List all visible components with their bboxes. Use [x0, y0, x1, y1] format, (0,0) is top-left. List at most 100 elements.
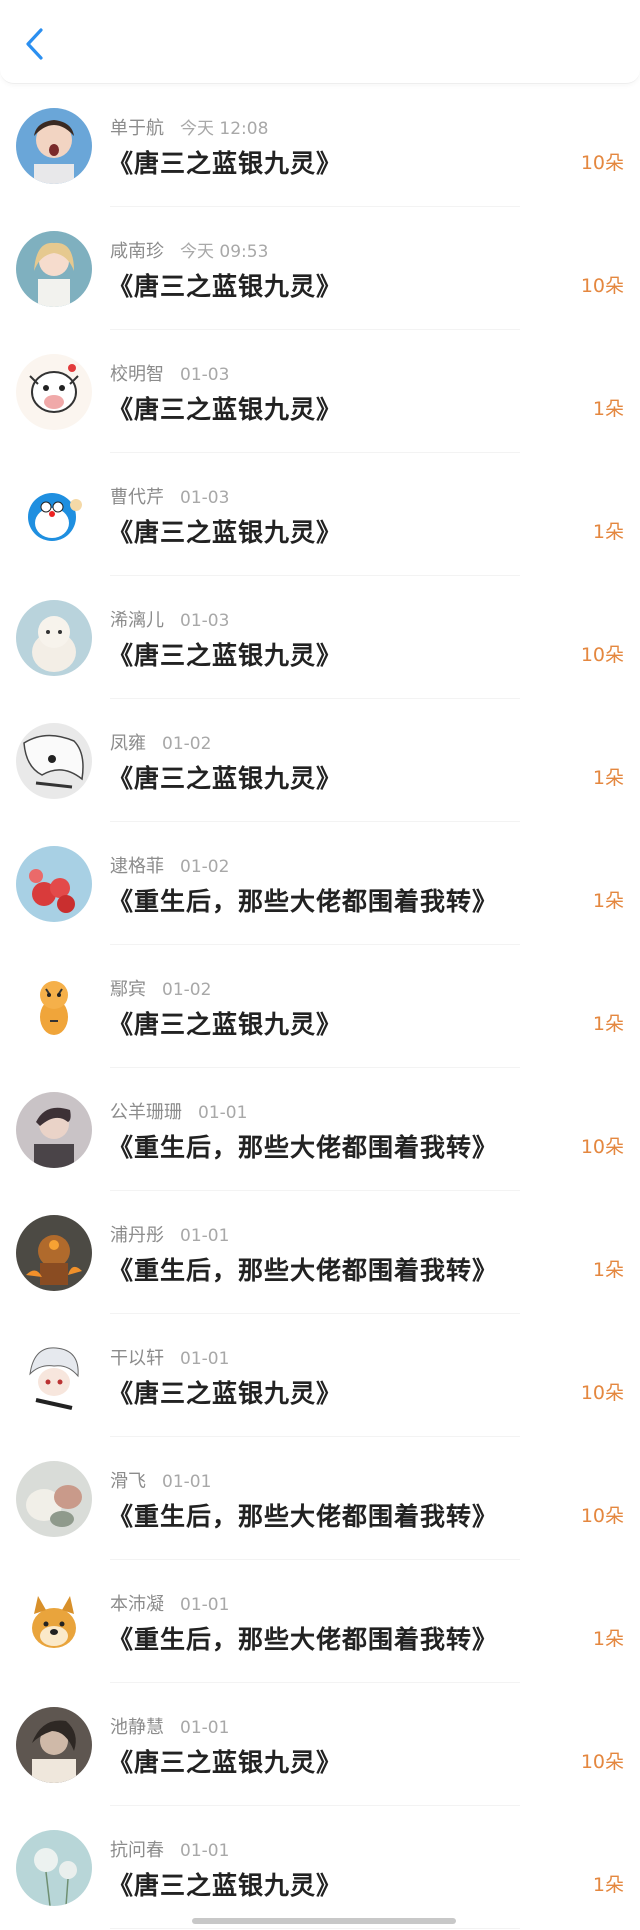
sender-meta: 鄢宾 01-02: [110, 975, 211, 1001]
send-time: 01-01: [180, 1595, 230, 1615]
list-item[interactable]: 抗问春 01-01 《唐三之蓝银九灵》 1朵: [0, 1806, 640, 1929]
sender-meta: 咸南珍 今天 09:53: [110, 237, 268, 263]
sender-name[interactable]: 校明智: [110, 364, 164, 385]
divider: [110, 1928, 520, 1929]
book-title[interactable]: 《重生后，那些大佬都围着我转》: [108, 882, 498, 918]
book-title[interactable]: 《唐三之蓝银九灵》: [108, 759, 342, 795]
book-title[interactable]: 《唐三之蓝银九灵》: [108, 1374, 342, 1410]
book-title[interactable]: 《唐三之蓝银九灵》: [108, 390, 342, 426]
avatar[interactable]: [16, 1707, 92, 1783]
gift-list: 单于航 今天 12:08 《唐三之蓝银九灵》 10朵 咸南珍 今天 09:53 《唐…: [0, 84, 640, 1929]
send-time: 01-03: [180, 365, 230, 385]
flower-count: 1朵: [592, 767, 624, 789]
flower-count: 1朵: [592, 1628, 624, 1650]
send-time: 01-01: [180, 1841, 230, 1861]
sender-meta: 逮格菲 01-02: [110, 852, 229, 878]
sender-meta: 单于航 今天 12:08: [110, 114, 268, 140]
flower-count: 10朵: [580, 1382, 624, 1404]
book-title[interactable]: 《重生后，那些大佬都围着我转》: [108, 1128, 498, 1164]
avatar[interactable]: [16, 1092, 92, 1168]
book-title[interactable]: 《唐三之蓝银九灵》: [108, 267, 342, 303]
list-item[interactable]: 校明智 01-03 《唐三之蓝银九灵》 1朵: [0, 330, 640, 453]
list-item[interactable]: 浦丹彤 01-01 《重生后，那些大佬都围着我转》 1朵: [0, 1191, 640, 1314]
send-time: 01-01: [180, 1226, 230, 1246]
sender-meta: 干以轩 01-01: [110, 1344, 229, 1370]
sender-name[interactable]: 曹代芹: [110, 487, 164, 508]
list-item[interactable]: 池静慧 01-01 《唐三之蓝银九灵》 10朵: [0, 1683, 640, 1806]
book-title[interactable]: 《重生后，那些大佬都围着我转》: [108, 1251, 498, 1287]
send-time: 01-02: [162, 734, 212, 754]
avatar[interactable]: [16, 1338, 92, 1414]
book-title[interactable]: 《重生后，那些大佬都围着我转》: [108, 1620, 498, 1656]
flower-count: 10朵: [580, 152, 624, 174]
sender-name[interactable]: 公羊珊珊: [110, 1102, 182, 1123]
list-item[interactable]: 单于航 今天 12:08 《唐三之蓝银九灵》 10朵: [0, 84, 640, 207]
flower-count: 1朵: [592, 398, 624, 420]
list-item[interactable]: 曹代芹 01-03 《唐三之蓝银九灵》 1朵: [0, 453, 640, 576]
list-item[interactable]: 凤雍 01-02 《唐三之蓝银九灵》 1朵: [0, 699, 640, 822]
avatar[interactable]: [16, 477, 92, 553]
sender-meta: 凤雍 01-02: [110, 729, 211, 755]
list-item[interactable]: 鄢宾 01-02 《唐三之蓝银九灵》 1朵: [0, 945, 640, 1068]
send-time: 01-01: [162, 1472, 212, 1492]
list-item[interactable]: 干以轩 01-01 《唐三之蓝银九灵》 10朵: [0, 1314, 640, 1437]
book-title[interactable]: 《唐三之蓝银九灵》: [108, 1005, 342, 1041]
avatar[interactable]: [16, 1461, 92, 1537]
list-item[interactable]: 滑飞 01-01 《重生后，那些大佬都围着我转》 10朵: [0, 1437, 640, 1560]
back-button[interactable]: [14, 24, 54, 64]
avatar[interactable]: [16, 1215, 92, 1291]
avatar[interactable]: [16, 1584, 92, 1660]
flower-count: 10朵: [580, 275, 624, 297]
top-bar: [0, 0, 640, 84]
avatar[interactable]: [16, 846, 92, 922]
sender-name[interactable]: 逮格菲: [110, 856, 164, 877]
sender-meta: 浦丹彤 01-01: [110, 1221, 229, 1247]
sender-name[interactable]: 咸南珍: [110, 241, 164, 262]
flower-count: 10朵: [580, 1136, 624, 1158]
send-time: 01-02: [162, 980, 212, 1000]
avatar[interactable]: [16, 354, 92, 430]
home-indicator: [192, 1918, 456, 1924]
sender-name[interactable]: 干以轩: [110, 1348, 164, 1369]
sender-name[interactable]: 单于航: [110, 118, 164, 139]
sender-name[interactable]: 本沛凝: [110, 1594, 164, 1615]
sender-name[interactable]: 浠漓儿: [110, 610, 164, 631]
sender-meta: 抗问春 01-01: [110, 1836, 229, 1862]
sender-meta: 公羊珊珊 01-01: [110, 1098, 247, 1124]
avatar[interactable]: [16, 108, 92, 184]
avatar[interactable]: [16, 231, 92, 307]
send-time: 01-01: [198, 1103, 248, 1123]
list-item[interactable]: 本沛凝 01-01 《重生后，那些大佬都围着我转》 1朵: [0, 1560, 640, 1683]
book-title[interactable]: 《重生后，那些大佬都围着我转》: [108, 1497, 498, 1533]
send-time: 01-03: [180, 488, 230, 508]
sender-meta: 滑飞 01-01: [110, 1467, 211, 1493]
flower-count: 10朵: [580, 1751, 624, 1773]
list-item[interactable]: 公羊珊珊 01-01 《重生后，那些大佬都围着我转》 10朵: [0, 1068, 640, 1191]
avatar[interactable]: [16, 600, 92, 676]
send-time: 01-01: [180, 1718, 230, 1738]
send-time: 01-02: [180, 857, 230, 877]
sender-meta: 校明智 01-03: [110, 360, 229, 386]
list-item[interactable]: 浠漓儿 01-03 《唐三之蓝银九灵》 10朵: [0, 576, 640, 699]
flower-count: 1朵: [592, 1259, 624, 1281]
book-title[interactable]: 《唐三之蓝银九灵》: [108, 144, 342, 180]
sender-name[interactable]: 凤雍: [110, 733, 146, 754]
list-item[interactable]: 咸南珍 今天 09:53 《唐三之蓝银九灵》 10朵: [0, 207, 640, 330]
sender-name[interactable]: 滑飞: [110, 1471, 146, 1492]
sender-meta: 浠漓儿 01-03: [110, 606, 229, 632]
avatar[interactable]: [16, 723, 92, 799]
book-title[interactable]: 《唐三之蓝银九灵》: [108, 636, 342, 672]
sender-name[interactable]: 池静慧: [110, 1717, 164, 1738]
avatar[interactable]: [16, 969, 92, 1045]
flower-count: 1朵: [592, 890, 624, 912]
send-time: 01-01: [180, 1349, 230, 1369]
list-item[interactable]: 逮格菲 01-02 《重生后，那些大佬都围着我转》 1朵: [0, 822, 640, 945]
sender-name[interactable]: 浦丹彤: [110, 1225, 164, 1246]
sender-name[interactable]: 抗问春: [110, 1840, 164, 1861]
book-title[interactable]: 《唐三之蓝银九灵》: [108, 1866, 342, 1902]
send-time: 01-03: [180, 611, 230, 631]
book-title[interactable]: 《唐三之蓝银九灵》: [108, 513, 342, 549]
avatar[interactable]: [16, 1830, 92, 1906]
sender-name[interactable]: 鄢宾: [110, 979, 146, 1000]
book-title[interactable]: 《唐三之蓝银九灵》: [108, 1743, 342, 1779]
